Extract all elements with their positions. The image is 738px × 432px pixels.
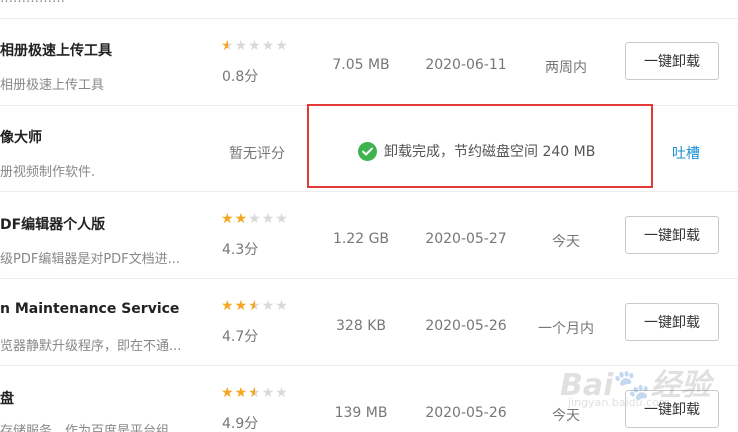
star-icon: ★ [234, 211, 249, 227]
rating-score: 4.9分 [222, 416, 259, 432]
rating-score: 0.8分 [222, 69, 259, 85]
star-icon: ★ [275, 385, 289, 401]
no-rating-label: 暂无评分 [229, 146, 285, 162]
star-icon: ★ [234, 38, 249, 54]
usage-frequency: 今天 [552, 408, 580, 424]
software-size: 139 MB [334, 405, 388, 421]
star-icon: ★ [248, 385, 262, 401]
software-size: 7.05 MB [332, 57, 390, 73]
uninstall-button[interactable]: 一键卸载 [625, 216, 719, 254]
install-date: 2020-05-26 [425, 405, 507, 421]
uninstall-button[interactable]: 一键卸载 [625, 390, 719, 428]
star-icon: ★ [275, 38, 289, 54]
star-icon: ★ [248, 298, 262, 314]
software-list-page: …………… 相册极速上传工具 相册极速上传工具 ★★★★★ 0.8分 7.05 … [0, 0, 738, 432]
uninstall-button[interactable]: 一键卸载 [625, 42, 719, 80]
star-icon: ★ [221, 38, 235, 54]
star-icon: ★ [248, 38, 262, 54]
software-row: DF编辑器个人版 级PDF编辑器是对PDF文档进... ★★★★★ 4.3分 1… [0, 191, 738, 279]
star-icon: ★ [221, 385, 235, 401]
software-name: 像大师 [0, 130, 42, 146]
star-icon: ★ [248, 211, 262, 227]
star-icon: ★ [261, 298, 276, 314]
software-description: 相册极速上传工具 [0, 78, 105, 93]
star-icon: ★ [234, 298, 249, 314]
install-date: 2020-06-11 [425, 57, 507, 73]
software-size: 1.22 GB [332, 231, 390, 247]
software-name: n Maintenance Service [0, 301, 180, 317]
rating-stars: ★★★★★ [221, 211, 289, 227]
star-icon: ★ [275, 298, 289, 314]
uninstall-complete-notice: 卸载完成，节约磁盘空间 240 MB [358, 141, 595, 161]
install-date: 2020-05-26 [425, 318, 507, 334]
rating-stars: ★★★★★ [221, 298, 289, 314]
software-name: 盘 [0, 391, 14, 407]
usage-frequency: 一个月内 [538, 321, 594, 337]
rating-score: 4.3分 [222, 242, 259, 258]
software-description: 级PDF编辑器是对PDF文档进... [0, 252, 181, 267]
previous-row-fragment: …………… [0, 0, 65, 6]
rating-score: 4.7分 [222, 329, 259, 345]
software-name: 相册极速上传工具 [0, 43, 112, 59]
software-size: 328 KB [336, 318, 386, 334]
notice-text: 卸载完成，节约磁盘空间 240 MB [384, 144, 596, 160]
software-description: 览器静默升级程序，即在不通... [0, 339, 182, 354]
software-description: 存储服务，作为百度是平台组 [0, 424, 170, 432]
star-icon: ★ [221, 211, 235, 227]
software-row: n Maintenance Service 览器静默升级程序，即在不通... ★… [0, 278, 738, 366]
rating-stars: ★★★★★ [221, 38, 289, 54]
star-icon: ★ [234, 385, 249, 401]
star-icon: ★ [261, 38, 276, 54]
star-icon: ★ [275, 211, 289, 227]
rating-stars: ★★★★★ [221, 385, 289, 401]
software-description: 册视频制作软件. [0, 165, 96, 180]
check-circle-icon [358, 141, 377, 161]
uninstall-button[interactable]: 一键卸载 [625, 303, 719, 341]
feedback-link[interactable]: 吐槽 [672, 143, 700, 163]
star-icon: ★ [221, 298, 235, 314]
install-date: 2020-05-27 [425, 231, 507, 247]
usage-frequency: 两周内 [545, 60, 587, 76]
software-name: DF编辑器个人版 [0, 217, 106, 233]
software-row: 相册极速上传工具 相册极速上传工具 ★★★★★ 0.8分 7.05 MB 202… [0, 19, 738, 106]
software-row: 盘 存储服务，作为百度是平台组 ★★★★★ 4.9分 139 MB 2020-0… [0, 365, 738, 432]
usage-frequency: 今天 [552, 234, 580, 250]
star-icon: ★ [261, 211, 276, 227]
star-icon: ★ [261, 385, 276, 401]
